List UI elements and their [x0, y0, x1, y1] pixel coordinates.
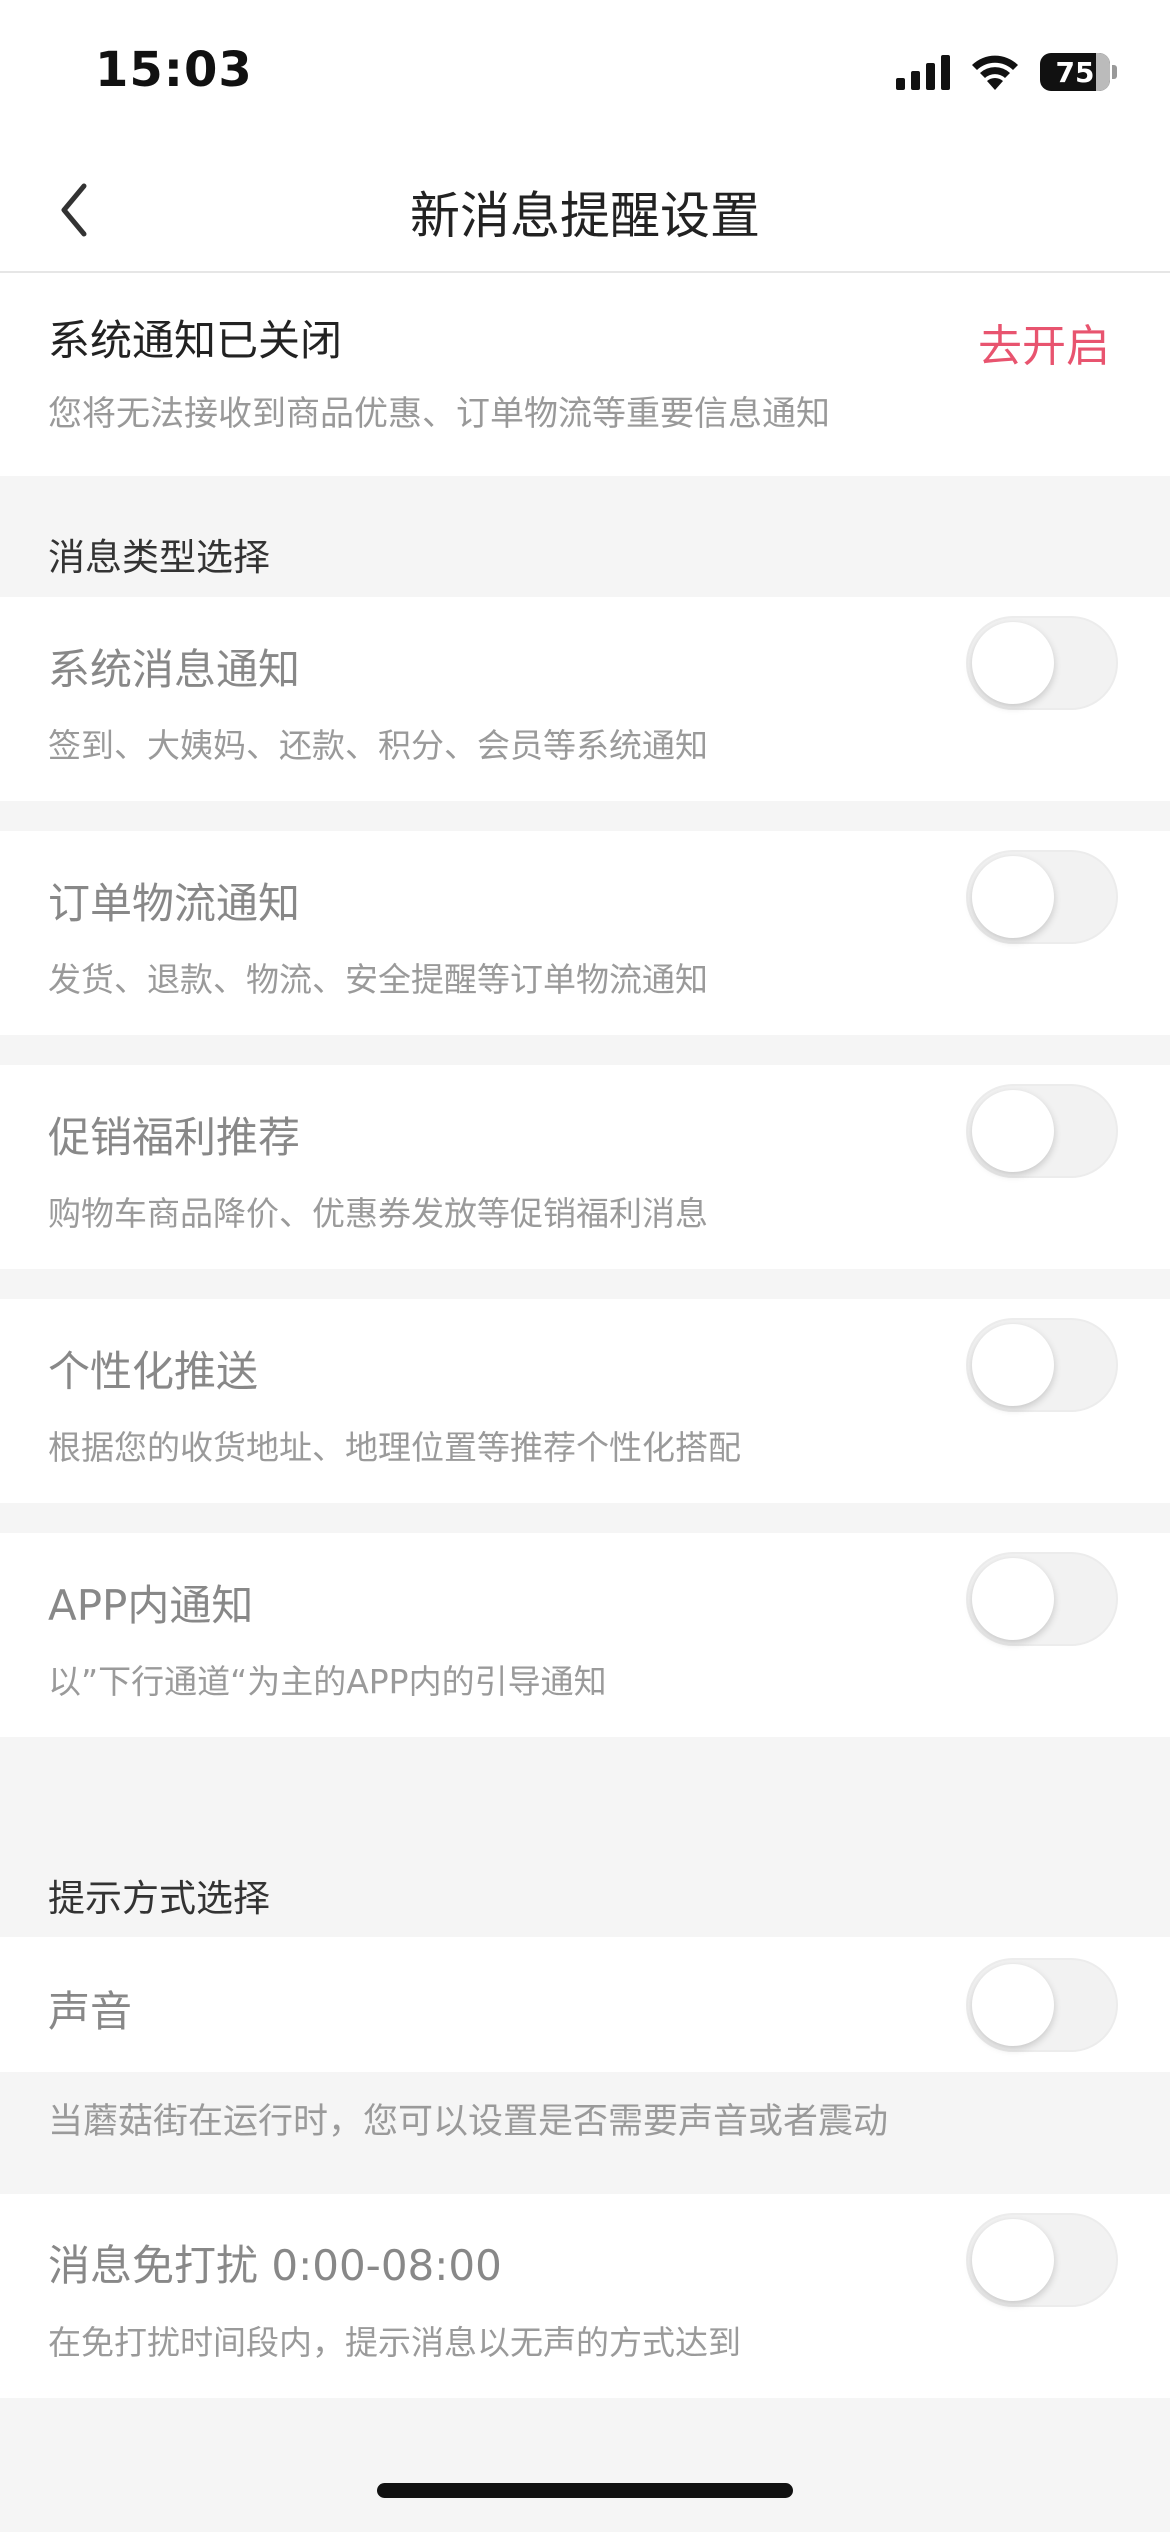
toggle-knob — [972, 2219, 1054, 2301]
row-title: 个性化推送 — [48, 1347, 259, 1396]
toggle-knob — [972, 1558, 1054, 1640]
do-not-disturb-toggle[interactable] — [966, 2213, 1118, 2307]
setting-row-in-app: APP内通知 以”下行通道“为主的APP内的引导通知 — [0, 1533, 1170, 1737]
toggle-knob — [972, 1324, 1054, 1406]
toggle-knob — [972, 1090, 1054, 1172]
system-notice-card: 系统通知已关闭 您将无法接收到商品优惠、订单物流等重要信息通知 去开启 — [0, 273, 1170, 476]
system-notice-title: 系统通知已关闭 — [48, 316, 343, 365]
setting-row-do-not-disturb: 消息免打扰 0:00-08:00 在免打扰时间段内，提示消息以无声的方式达到 — [0, 2194, 1170, 2398]
battery-level: 75 — [1055, 55, 1095, 89]
row-title: 消息免打扰 0:00-08:00 — [48, 2241, 502, 2290]
row-title: APP内通知 — [48, 1581, 254, 1630]
system-notice-subtitle: 您将无法接收到商品优惠、订单物流等重要信息通知 — [48, 394, 830, 434]
status-bar: 15:03 75 — [0, 0, 1170, 140]
setting-row-system-messages: 系统消息通知 签到、大姨妈、还款、积分、会员等系统通知 — [0, 597, 1170, 801]
status-time: 15:03 — [95, 42, 253, 98]
system-messages-toggle[interactable] — [966, 616, 1118, 710]
row-title: 订单物流通知 — [48, 879, 301, 928]
row-subtitle: 购物车商品降价、优惠券发放等促销福利消息 — [48, 1194, 708, 1233]
toggle-knob — [972, 856, 1054, 938]
order-logistics-toggle[interactable] — [966, 850, 1118, 944]
setting-row-promotions: 促销福利推荐 购物车商品降价、优惠券发放等促销福利消息 — [0, 1065, 1170, 1269]
toggle-knob — [972, 622, 1054, 704]
sound-note: 当蘑菇街在运行时，您可以设置是否需要声音或者震动 — [48, 2102, 889, 2142]
page-title: 新消息提醒设置 — [410, 187, 760, 245]
cellular-signal-icon — [896, 54, 950, 90]
row-title: 促销福利推荐 — [48, 1113, 301, 1162]
wifi-icon — [972, 55, 1018, 90]
message-types-header: 消息类型选择 — [48, 536, 270, 579]
promotions-toggle[interactable] — [966, 1084, 1118, 1178]
in-app-toggle[interactable] — [966, 1552, 1118, 1646]
enable-notifications-link[interactable]: 去开启 — [978, 310, 1110, 374]
row-subtitle: 发货、退款、物流、安全提醒等订单物流通知 — [48, 960, 708, 999]
personalized-push-toggle[interactable] — [966, 1318, 1118, 1412]
row-subtitle: 在免打扰时间段内，提示消息以无声的方式达到 — [48, 2323, 741, 2362]
row-title: 声音 — [48, 1987, 133, 2036]
toggle-knob — [972, 1964, 1054, 2046]
battery-icon: 75 — [1040, 53, 1117, 91]
setting-row-sound: 声音 — [0, 1937, 1170, 2072]
row-subtitle: 签到、大姨妈、还款、积分、会员等系统通知 — [48, 726, 708, 765]
nav-bar: 新消息提醒设置 — [0, 140, 1170, 273]
setting-row-personalized-push: 个性化推送 根据您的收货地址、地理位置等推荐个性化搭配 — [0, 1299, 1170, 1503]
alert-methods-header: 提示方式选择 — [48, 1877, 270, 1920]
sound-toggle[interactable] — [966, 1958, 1118, 2052]
setting-row-order-logistics: 订单物流通知 发货、退款、物流、安全提醒等订单物流通知 — [0, 831, 1170, 1035]
row-subtitle: 根据您的收货地址、地理位置等推荐个性化搭配 — [48, 1428, 741, 1467]
home-indicator — [377, 2483, 793, 2498]
status-icons: 75 — [896, 52, 1117, 92]
row-title: 系统消息通知 — [48, 645, 301, 694]
row-subtitle: 以”下行通道“为主的APP内的引导通知 — [48, 1662, 607, 1701]
